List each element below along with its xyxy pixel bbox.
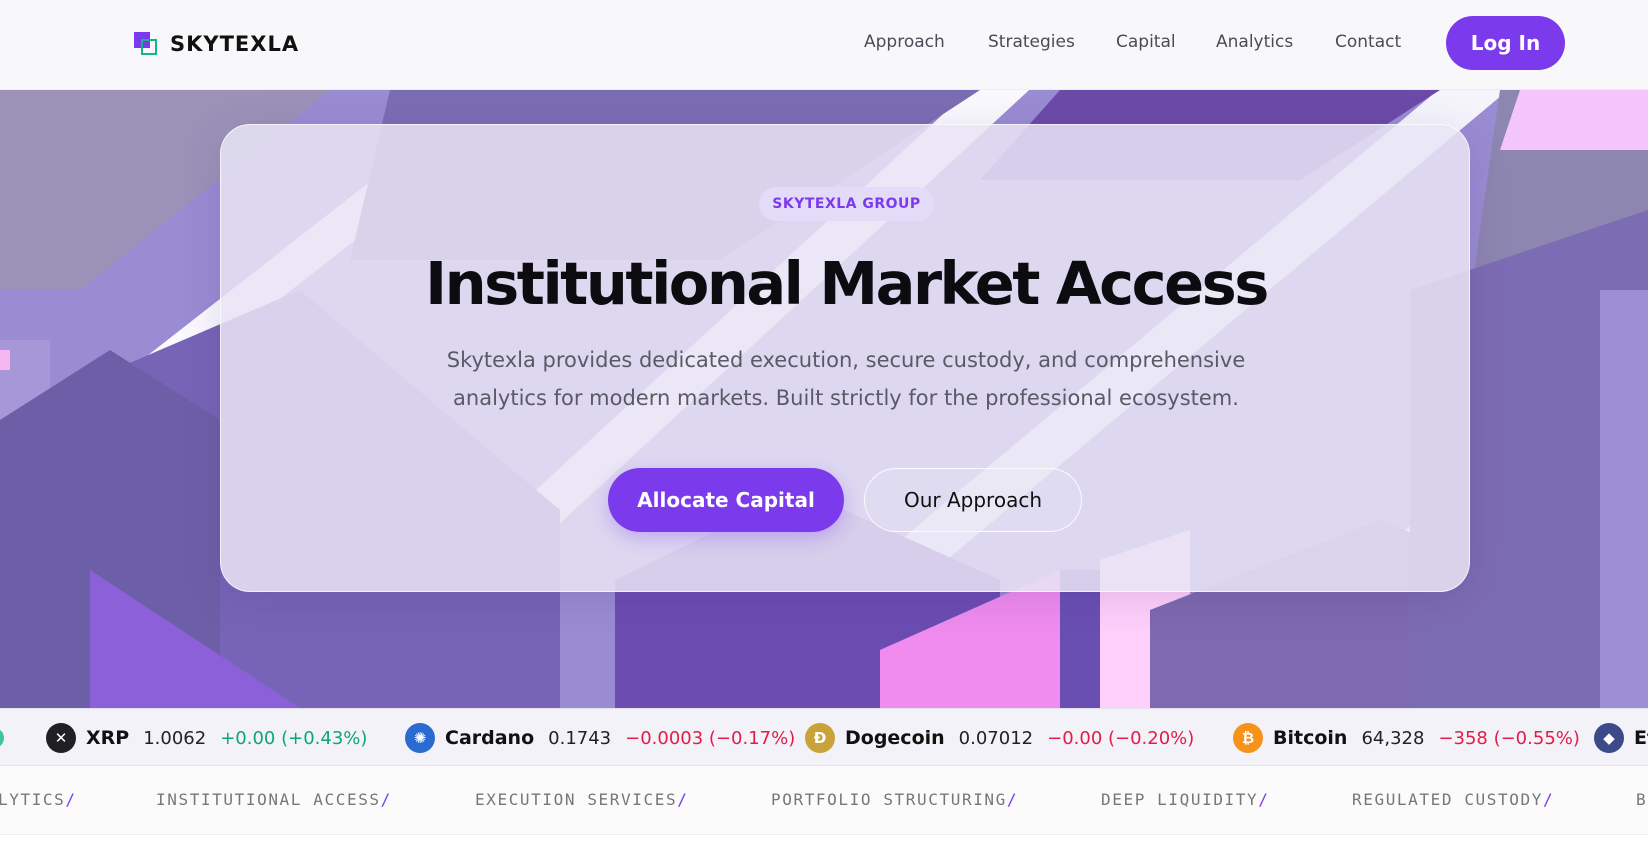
logo-text: SKYTEXLA (170, 32, 300, 56)
ticker-item-bitcoin[interactable]: ₿ Bitcoin 64,328 −358 (−0.55%) (1233, 709, 1580, 765)
hero-card: SKYTEXLA GROUP Institutional Market Acce… (220, 124, 1470, 592)
coin-change: −0.0003 (−0.17%) (625, 727, 796, 749)
hero-badge: SKYTEXLA GROUP (759, 187, 934, 221)
ticker-partial-icon (0, 728, 4, 748)
hero-section: SKYTEXLA GROUP Institutional Market Acce… (0, 90, 1648, 708)
service-item: LYTICS/ (0, 790, 77, 809)
coin-name: XRP (86, 727, 130, 749)
coin-price: 0.07012 (958, 727, 1034, 749)
page-divider (0, 834, 1648, 845)
hero-subtitle: Skytexla provides dedicated execution, s… (401, 341, 1291, 417)
ticker-item-dogecoin[interactable]: Ð Dogecoin 0.07012 −0.00 (−0.20%) (805, 709, 1195, 765)
services-strip: LYTICS/ INSTITUTIONAL ACCESS/ EXECUTION … (0, 766, 1648, 834)
hero-subtitle-line-1: Skytexla provides dedicated execution, s… (446, 348, 1246, 372)
coin-change: +0.00 (+0.43%) (220, 727, 368, 749)
ethereum-icon: ◆ (1594, 723, 1624, 753)
coin-name: Cardano (445, 727, 535, 749)
coin-change: −0.00 (−0.20%) (1047, 727, 1195, 749)
coin-name: Et (1634, 727, 1648, 749)
nav-link-strategies[interactable]: Strategies (988, 32, 1075, 52)
allocate-capital-button[interactable]: Allocate Capital (608, 468, 844, 532)
xrp-icon: ✕ (46, 723, 76, 753)
service-item: PORTFOLIO STRUCTURING/ (771, 790, 1019, 809)
logo-icon (134, 32, 158, 56)
service-item: REGULATED CUSTODY/ (1352, 790, 1555, 809)
our-approach-button[interactable]: Our Approach (864, 468, 1082, 532)
service-item: INSTITUTIONAL ACCESS/ (156, 790, 392, 809)
logo[interactable]: SKYTEXLA (134, 30, 299, 58)
service-item: EXECUTION SERVICES/ (475, 790, 689, 809)
coin-price: 64,328 (1361, 727, 1425, 749)
coin-name: Bitcoin (1273, 727, 1348, 749)
nav-link-approach[interactable]: Approach (864, 32, 945, 52)
nav-link-contact[interactable]: Contact (1335, 32, 1401, 52)
coin-price: 1.0062 (143, 727, 207, 749)
hero-subtitle-line-2: analytics for modern markets. Built stri… (453, 386, 1239, 410)
price-ticker: ✕ XRP 1.0062 +0.00 (+0.43%) ✺ Cardano 0.… (0, 708, 1648, 766)
ticker-item-ethereum[interactable]: ◆ Et (1594, 709, 1648, 765)
coin-name: Dogecoin (845, 727, 945, 749)
service-item: DEEP LIQUIDITY/ (1101, 790, 1270, 809)
bitcoin-icon: ₿ (1233, 723, 1263, 753)
login-button[interactable]: Log In (1446, 16, 1565, 70)
nav-link-analytics[interactable]: Analytics (1216, 32, 1293, 52)
dogecoin-icon: Ð (805, 723, 835, 753)
ticker-item-xrp[interactable]: ✕ XRP 1.0062 +0.00 (+0.43%) (46, 709, 368, 765)
coin-change: −358 (−0.55%) (1438, 727, 1580, 749)
site-header: SKYTEXLA Approach Strategies Capital Ana… (0, 0, 1648, 90)
cardano-icon: ✺ (405, 723, 435, 753)
ticker-item-cardano[interactable]: ✺ Cardano 0.1743 −0.0003 (−0.17%) (405, 709, 796, 765)
coin-price: 0.1743 (548, 727, 612, 749)
nav-link-capital[interactable]: Capital (1116, 32, 1176, 52)
service-item: B (1636, 790, 1648, 809)
hero-title: Institutional Market Access (425, 249, 1269, 318)
